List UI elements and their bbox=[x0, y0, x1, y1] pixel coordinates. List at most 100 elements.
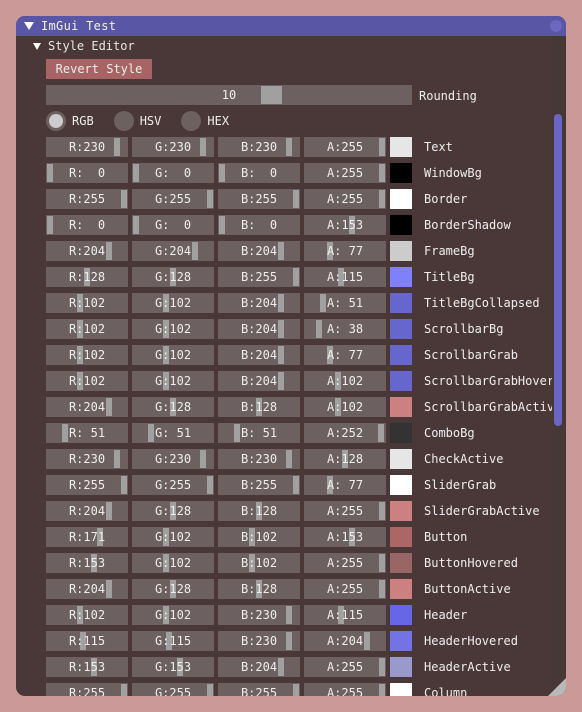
channel-slider-b[interactable]: B:204 bbox=[218, 345, 300, 365]
color-swatch[interactable] bbox=[390, 189, 412, 209]
channel-slider-g[interactable]: G: 51 bbox=[132, 423, 214, 443]
channel-slider-r[interactable]: R:255 bbox=[46, 683, 128, 696]
channel-slider-a[interactable]: A: 51 bbox=[304, 293, 386, 313]
channel-slider-b[interactable]: B:102 bbox=[218, 527, 300, 547]
channel-slider-b[interactable]: B:204 bbox=[218, 293, 300, 313]
channel-slider-g[interactable]: G:230 bbox=[132, 449, 214, 469]
color-swatch[interactable] bbox=[390, 163, 412, 183]
window-titlebar[interactable]: ImGui Test bbox=[16, 16, 566, 36]
channel-slider-b[interactable]: B:204 bbox=[218, 241, 300, 261]
channel-slider-b[interactable]: B:255 bbox=[218, 267, 300, 287]
color-swatch[interactable] bbox=[390, 449, 412, 469]
channel-slider-g[interactable]: G: 0 bbox=[132, 163, 214, 183]
channel-slider-a[interactable]: A:153 bbox=[304, 527, 386, 547]
channel-slider-b[interactable]: B:255 bbox=[218, 189, 300, 209]
channel-slider-a[interactable]: A: 77 bbox=[304, 241, 386, 261]
channel-slider-a[interactable]: A:115 bbox=[304, 267, 386, 287]
channel-slider-b[interactable]: B:230 bbox=[218, 605, 300, 625]
channel-slider-r[interactable]: R: 51 bbox=[46, 423, 128, 443]
color-swatch[interactable] bbox=[390, 605, 412, 625]
color-swatch[interactable] bbox=[390, 267, 412, 287]
color-swatch[interactable] bbox=[390, 683, 412, 696]
channel-slider-a[interactable]: A:153 bbox=[304, 215, 386, 235]
channel-slider-a[interactable]: A:115 bbox=[304, 605, 386, 625]
channel-slider-r[interactable]: R:204 bbox=[46, 579, 128, 599]
channel-slider-g[interactable]: G:102 bbox=[132, 553, 214, 573]
channel-slider-g[interactable]: G:102 bbox=[132, 345, 214, 365]
channel-slider-a[interactable]: A:252 bbox=[304, 423, 386, 443]
channel-slider-g[interactable]: G:102 bbox=[132, 527, 214, 547]
channel-slider-g[interactable]: G:255 bbox=[132, 189, 214, 209]
channel-slider-a[interactable]: A:128 bbox=[304, 449, 386, 469]
channel-slider-r[interactable]: R:153 bbox=[46, 553, 128, 573]
channel-slider-a[interactable]: A:102 bbox=[304, 371, 386, 391]
channel-slider-b[interactable]: B:204 bbox=[218, 657, 300, 677]
channel-slider-g[interactable]: G: 0 bbox=[132, 215, 214, 235]
scrollbar-grab[interactable] bbox=[554, 114, 562, 426]
color-swatch[interactable] bbox=[390, 137, 412, 157]
color-swatch[interactable] bbox=[390, 371, 412, 391]
channel-slider-g[interactable]: G:153 bbox=[132, 657, 214, 677]
close-button[interactable] bbox=[550, 20, 562, 32]
channel-slider-b[interactable]: B:128 bbox=[218, 397, 300, 417]
color-swatch[interactable] bbox=[390, 319, 412, 339]
channel-slider-a[interactable]: A:255 bbox=[304, 163, 386, 183]
color-swatch[interactable] bbox=[390, 423, 412, 443]
channel-slider-g[interactable]: G:128 bbox=[132, 397, 214, 417]
channel-slider-g[interactable]: G:128 bbox=[132, 267, 214, 287]
channel-slider-r[interactable]: R:230 bbox=[46, 449, 128, 469]
radio-hex[interactable] bbox=[181, 111, 202, 131]
channel-slider-b[interactable]: B:230 bbox=[218, 631, 300, 651]
revert-style-button[interactable]: Revert Style bbox=[46, 59, 152, 79]
channel-slider-g[interactable]: G:115 bbox=[132, 631, 214, 651]
color-swatch[interactable] bbox=[390, 293, 412, 313]
channel-slider-a[interactable]: A:255 bbox=[304, 553, 386, 573]
channel-slider-g[interactable]: G:102 bbox=[132, 293, 214, 313]
channel-slider-r[interactable]: R:255 bbox=[46, 475, 128, 495]
radio-rgb[interactable] bbox=[46, 111, 66, 131]
channel-slider-b[interactable]: B:128 bbox=[218, 579, 300, 599]
channel-slider-g[interactable]: G:230 bbox=[132, 137, 214, 157]
channel-slider-r[interactable]: R: 0 bbox=[46, 163, 128, 183]
channel-slider-a[interactable]: A:255 bbox=[304, 683, 386, 696]
channel-slider-r[interactable]: R:102 bbox=[46, 293, 128, 313]
channel-slider-r[interactable]: R:128 bbox=[46, 267, 128, 287]
channel-slider-g[interactable]: G:102 bbox=[132, 605, 214, 625]
color-swatch[interactable] bbox=[390, 345, 412, 365]
channel-slider-b[interactable]: B: 0 bbox=[218, 163, 300, 183]
channel-slider-b[interactable]: B:230 bbox=[218, 137, 300, 157]
channel-slider-g[interactable]: G:102 bbox=[132, 371, 214, 391]
channel-slider-b[interactable]: B:230 bbox=[218, 449, 300, 469]
channel-slider-a[interactable]: A:255 bbox=[304, 501, 386, 521]
channel-slider-a[interactable]: A: 77 bbox=[304, 475, 386, 495]
color-swatch[interactable] bbox=[390, 657, 412, 677]
channel-slider-r[interactable]: R:204 bbox=[46, 241, 128, 261]
radio-hsv[interactable] bbox=[113, 111, 134, 131]
color-swatch[interactable] bbox=[390, 501, 412, 521]
expand-triangle-icon[interactable] bbox=[33, 42, 41, 50]
channel-slider-r[interactable]: R: 0 bbox=[46, 215, 128, 235]
color-swatch[interactable] bbox=[390, 475, 412, 495]
channel-slider-g[interactable]: G:128 bbox=[132, 501, 214, 521]
color-swatch[interactable] bbox=[390, 527, 412, 547]
channel-slider-b[interactable]: B:128 bbox=[218, 501, 300, 521]
channel-slider-g[interactable]: G:128 bbox=[132, 579, 214, 599]
channel-slider-g[interactable]: G:102 bbox=[132, 319, 214, 339]
channel-slider-r[interactable]: R:255 bbox=[46, 189, 128, 209]
channel-slider-b[interactable]: B:255 bbox=[218, 475, 300, 495]
channel-slider-a[interactable]: A:255 bbox=[304, 579, 386, 599]
channel-slider-b[interactable]: B:102 bbox=[218, 553, 300, 573]
collapse-triangle-icon[interactable] bbox=[24, 22, 34, 30]
channel-slider-r[interactable]: R:102 bbox=[46, 371, 128, 391]
channel-slider-b[interactable]: B: 0 bbox=[218, 215, 300, 235]
channel-slider-a[interactable]: A:255 bbox=[304, 657, 386, 677]
channel-slider-a[interactable]: A:102 bbox=[304, 397, 386, 417]
color-swatch[interactable] bbox=[390, 397, 412, 417]
channel-slider-g[interactable]: G:204 bbox=[132, 241, 214, 261]
channel-slider-a[interactable]: A:204 bbox=[304, 631, 386, 651]
channel-slider-r[interactable]: R:102 bbox=[46, 319, 128, 339]
channel-slider-g[interactable]: G:255 bbox=[132, 683, 214, 696]
channel-slider-a[interactable]: A: 77 bbox=[304, 345, 386, 365]
channel-slider-r[interactable]: R:115 bbox=[46, 631, 128, 651]
rounding-slider-grab[interactable] bbox=[261, 86, 282, 104]
